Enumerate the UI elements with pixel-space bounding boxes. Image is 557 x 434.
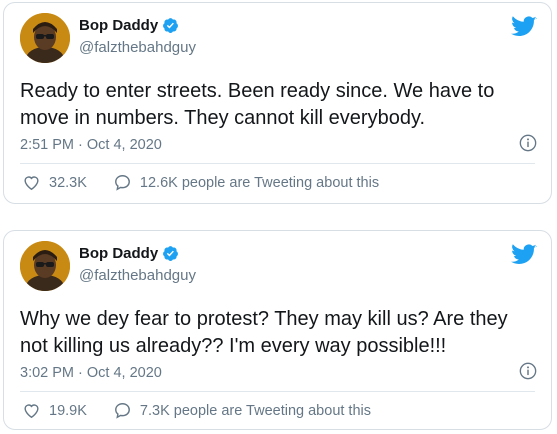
tweet-timestamp[interactable]: 3:02 PM · Oct 4, 2020 <box>20 365 162 381</box>
tweet-text: Ready to enter streets. Been ready since… <box>20 80 495 129</box>
tweet-actions: 32.3K 12.6K people are Tweeting about th… <box>22 173 379 192</box>
display-name[interactable]: Bop Daddy <box>79 245 158 262</box>
divider <box>20 391 535 392</box>
avatar[interactable] <box>20 13 70 63</box>
like-button[interactable]: 19.9K <box>22 401 113 420</box>
conversation-link[interactable]: 12.6K people are Tweeting about this <box>113 173 379 192</box>
author-row[interactable]: Bop Daddy <box>79 17 179 34</box>
heart-icon <box>24 404 39 419</box>
speech-bubble-icon <box>114 403 130 419</box>
like-button[interactable]: 32.3K <box>22 173 113 192</box>
tweet-actions: 19.9K 7.3K people are Tweeting about thi… <box>22 401 371 420</box>
info-icon[interactable] <box>519 362 537 380</box>
divider <box>20 163 535 164</box>
tweet-timestamp[interactable]: 2:51 PM · Oct 4, 2020 <box>20 137 162 153</box>
like-count: 32.3K <box>49 174 87 191</box>
conversation-text: 12.6K people are Tweeting about this <box>139 174 380 191</box>
author-row[interactable]: Bop Daddy <box>79 245 179 262</box>
conversation-link[interactable]: 7.3K people are Tweeting about this <box>113 401 371 420</box>
info-icon[interactable] <box>519 134 537 152</box>
avatar[interactable] <box>20 241 70 291</box>
speech-bubble-icon <box>114 175 130 191</box>
conversation-text: 7.3K people are Tweeting about this <box>139 402 371 419</box>
tweet-card[interactable]: Bop Daddy @falzthebahdguy Why we dey fea… <box>3 230 552 430</box>
verified-badge-icon <box>163 18 179 33</box>
author-handle[interactable]: @falzthebahdguy <box>79 267 196 284</box>
tweet-text: Why we dey fear to protest? They may kil… <box>20 308 508 357</box>
like-count: 19.9K <box>49 402 87 419</box>
tweet-card[interactable]: Bop Daddy @falzthebahdguy Ready to enter… <box>3 2 552 204</box>
author-handle[interactable]: @falzthebahdguy <box>79 39 196 56</box>
heart-icon <box>24 176 39 191</box>
verified-badge-icon <box>163 246 179 261</box>
twitter-bird-icon[interactable] <box>511 16 537 38</box>
twitter-bird-icon[interactable] <box>511 244 537 266</box>
display-name[interactable]: Bop Daddy <box>79 17 158 34</box>
